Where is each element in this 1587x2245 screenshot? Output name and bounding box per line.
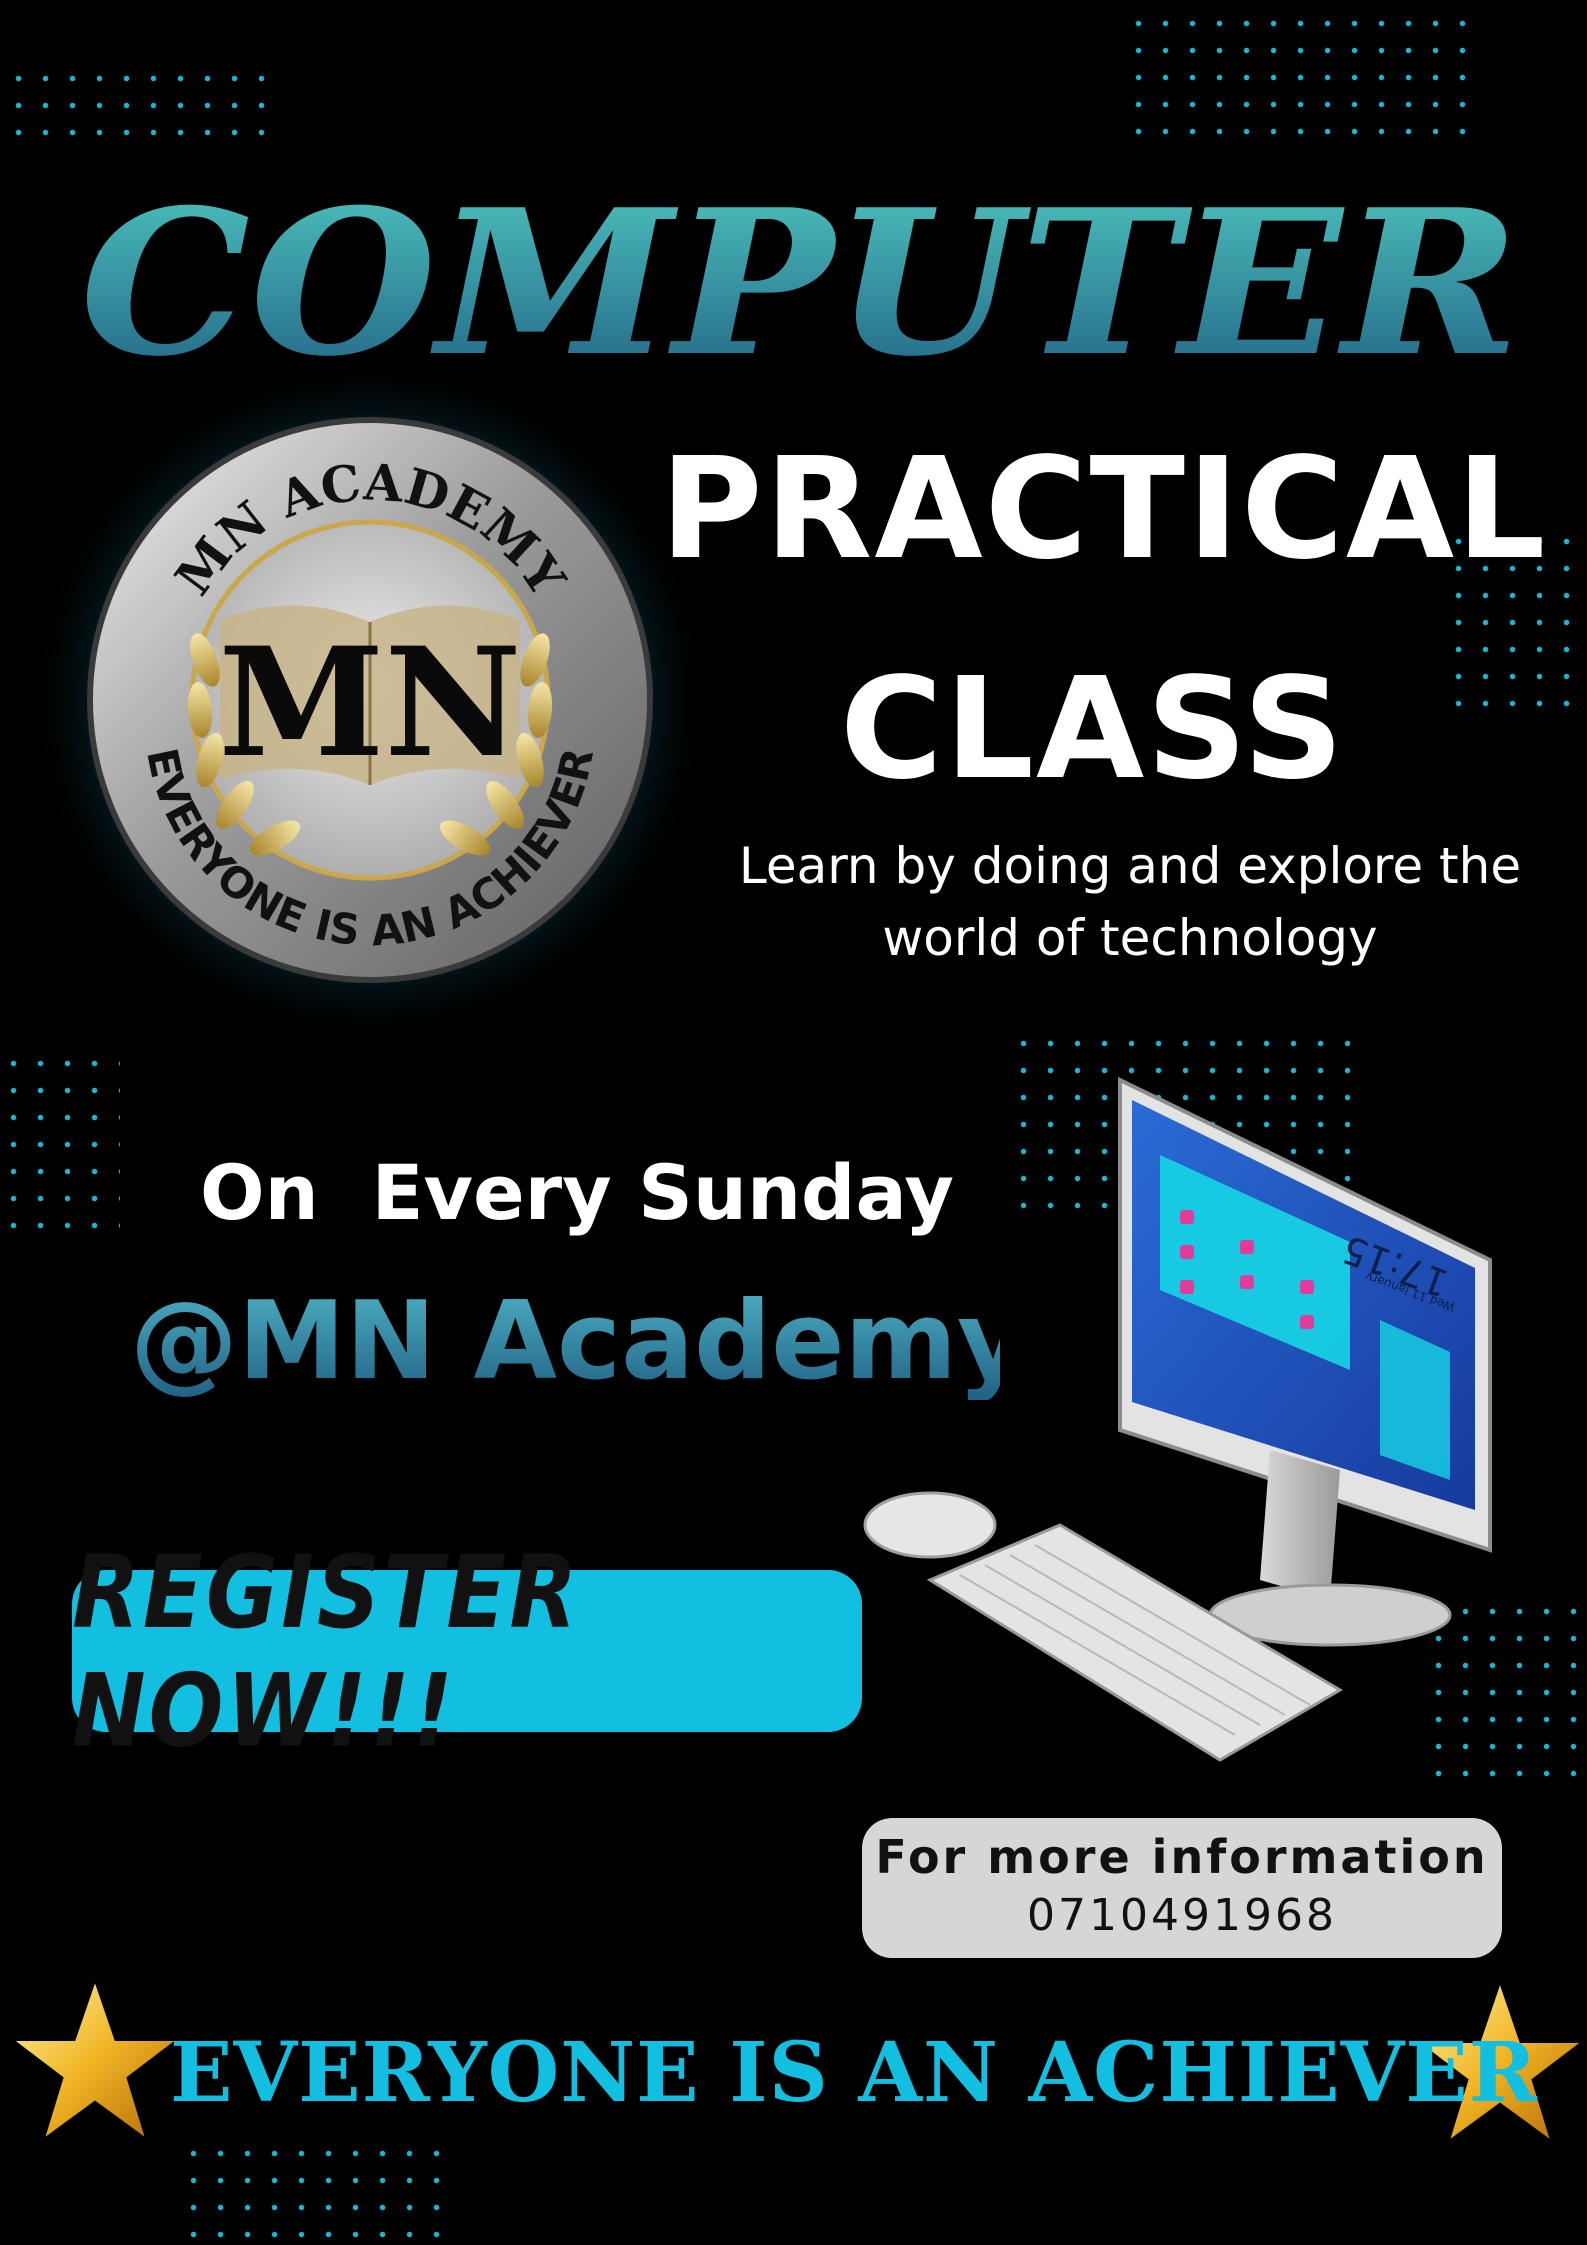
register-now-button[interactable]: REGISTER NOW!!! xyxy=(72,1533,862,1769)
info-box: For more information 0710491968 xyxy=(862,1818,1502,1958)
info-label: For more information xyxy=(875,1830,1489,1884)
tagline-line-1: Learn by doing and explore the xyxy=(738,837,1522,895)
poster-title-text: COMPUTER xyxy=(80,185,1520,385)
dot-grid-top-right xyxy=(1125,10,1465,150)
motto-text: EVERYONE IS AN ACHIEVER xyxy=(170,2025,1538,2121)
dot-grid-left-mid xyxy=(0,1050,120,1240)
star-icon xyxy=(15,1983,175,2137)
dot-grid-top-left xyxy=(5,65,275,145)
tagline-line-2: world of technology xyxy=(882,909,1378,967)
tagline: Learn by doing and explore the world of … xyxy=(700,830,1560,974)
dot-grid-bottom-left xyxy=(180,2140,450,2240)
logo-monogram: MN xyxy=(218,615,521,791)
computer-illustration: 17:15 Wed 11 January xyxy=(863,1076,1492,1762)
schedule-text: On Every Sunday xyxy=(200,1148,954,1237)
mn-academy-logo: MN ACADEMY EVERYONE IS AN ACHIEVER MN xyxy=(30,360,710,1040)
poster-title: COMPUTER xyxy=(80,185,1520,385)
subtitle-class: CLASS xyxy=(840,648,1346,811)
info-phone[interactable]: 0710491968 xyxy=(862,1890,1502,1941)
register-now-label: REGISTER NOW!!! xyxy=(72,1532,581,1770)
subtitle-practical: PRACTICAL xyxy=(660,428,1548,591)
